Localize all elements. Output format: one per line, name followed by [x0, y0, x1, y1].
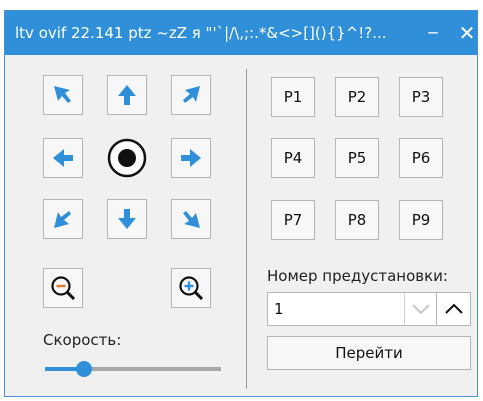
- preset-p7-button[interactable]: P7: [271, 200, 315, 240]
- panel-divider: [246, 69, 247, 389]
- arrow-up-icon: [118, 85, 136, 105]
- preset-p5-button[interactable]: P5: [335, 138, 379, 178]
- speed-label: Скорость:: [43, 331, 122, 349]
- ptz-home-button[interactable]: [107, 138, 147, 178]
- zoom-out-icon: [51, 276, 76, 301]
- ptz-right-button[interactable]: [171, 138, 211, 178]
- speed-slider-handle[interactable]: [75, 361, 92, 377]
- preset-number-value[interactable]: 1: [274, 300, 284, 318]
- ptz-left-button[interactable]: [43, 138, 83, 178]
- ptz-window: ltv ovif 22.141 ptz ~zZ я "'`|/\,;:.*&<>…: [4, 10, 478, 397]
- arrow-left-icon: [53, 149, 73, 167]
- arrow-up-right-icon: [183, 86, 200, 103]
- go-button[interactable]: Перейти: [267, 336, 471, 370]
- zoom-out-button[interactable]: [43, 268, 83, 308]
- preset-p2-button[interactable]: P2: [335, 77, 379, 117]
- arrow-down-icon: [118, 209, 136, 229]
- title-bar[interactable]: ltv ovif 22.141 ptz ~zZ я "'`|/\,;:.*&<>…: [5, 11, 477, 55]
- ptz-up-right-button[interactable]: [171, 75, 211, 115]
- ptz-up-button[interactable]: [107, 75, 147, 115]
- spin-down-button[interactable]: [404, 293, 436, 325]
- arrow-right-icon: [181, 149, 201, 167]
- zoom-in-button[interactable]: [171, 268, 211, 308]
- ptz-down-left-button[interactable]: [43, 199, 83, 239]
- preset-p9-button[interactable]: P9: [399, 200, 443, 240]
- ptz-down-right-button[interactable]: [171, 199, 211, 239]
- ptz-up-left-button[interactable]: [43, 75, 83, 115]
- zoom-in-icon: [179, 276, 204, 301]
- close-button[interactable]: ✕: [453, 19, 481, 47]
- preset-number-label: Номер предустановки:: [267, 267, 448, 285]
- minimize-button[interactable]: ‒: [419, 19, 447, 47]
- spin-up-button[interactable]: [436, 293, 470, 325]
- preset-p8-button[interactable]: P8: [335, 200, 379, 240]
- window-title: ltv ovif 22.141 ptz ~zZ я "'`|/\,;:.*&<>…: [15, 24, 387, 42]
- preset-p4-button[interactable]: P4: [271, 138, 315, 178]
- chevron-up-icon: [445, 303, 463, 314]
- ptz-down-button[interactable]: [107, 199, 147, 239]
- preset-p1-button[interactable]: P1: [271, 77, 315, 117]
- home-circle-icon: [107, 138, 147, 178]
- arrow-down-right-icon: [183, 211, 200, 228]
- arrow-down-left-icon: [54, 211, 71, 228]
- preset-p6-button[interactable]: P6: [399, 138, 443, 178]
- preset-number-spinbox[interactable]: 1: [267, 292, 471, 326]
- chevron-down-icon: [412, 304, 430, 315]
- arrow-up-left-icon: [54, 86, 71, 103]
- preset-p3-button[interactable]: P3: [399, 77, 443, 117]
